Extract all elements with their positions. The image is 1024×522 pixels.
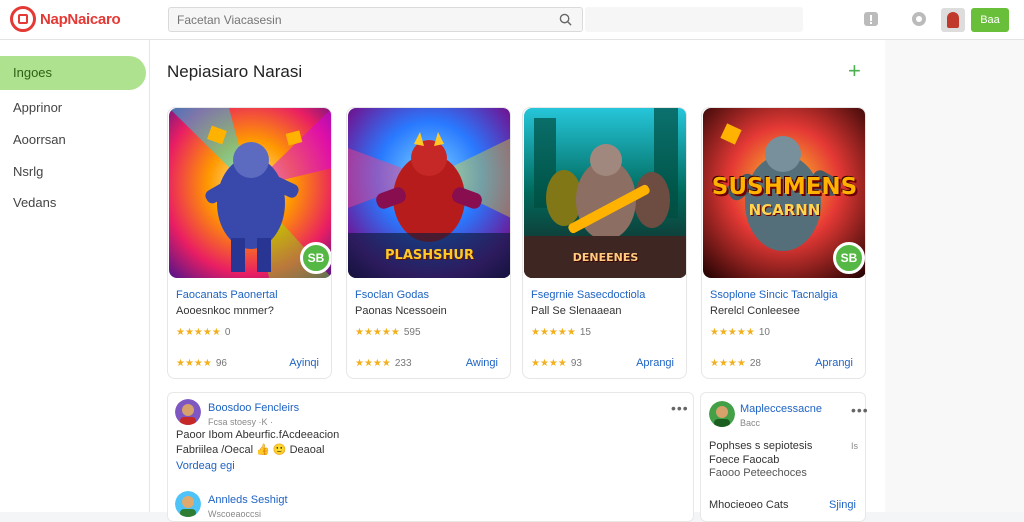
more-options-icon[interactable]: ••• <box>851 403 869 417</box>
notification-icon[interactable] <box>862 10 880 28</box>
game-thumbnail: DENEENES <box>524 108 686 278</box>
game-art-title: SUSHMENS <box>711 174 858 200</box>
settings-icon[interactable] <box>910 10 928 28</box>
right-gutter <box>885 40 1024 512</box>
post-text-line2: Foece Faocab <box>709 454 780 466</box>
logo-text: NapNaicaro <box>40 10 121 28</box>
post-author[interactable]: Mapleccessacne <box>740 403 822 415</box>
search-input[interactable] <box>169 8 539 31</box>
game-thumbnail: SUSHMENS NCARNN SB <box>703 108 865 278</box>
sidebar-item-vedans[interactable]: Vedans <box>0 186 146 220</box>
game-thumbnail: SB <box>169 108 331 278</box>
game-thumbnail: PLASHSHUR <box>348 108 510 278</box>
game-subtitle: Paonas Ncessoein <box>355 305 447 317</box>
card-action-link[interactable]: Aprangi <box>815 357 853 369</box>
game-art-subtitle: NCARNN <box>748 201 821 219</box>
side-post: Mapleccessacne Bacc ••• Pophses s sepiot… <box>700 392 869 522</box>
card-action-link[interactable]: Awingi <box>466 357 498 369</box>
app-logo[interactable]: NapNaicaro <box>10 6 121 32</box>
top-bar: NapNaicaro Baa <box>0 0 1024 40</box>
add-icon[interactable]: + <box>848 60 861 82</box>
game-title[interactable]: Faocanats Paonertal <box>176 289 278 301</box>
sidebar: Ingoes Apprinor Aoorrsan Nsrlg Vedans <box>0 40 150 512</box>
rating-stars-secondary: ★★★★ 96 <box>176 358 227 369</box>
rating-stars: ★★★★★ 595 <box>355 327 421 338</box>
primary-button[interactable]: Baa <box>971 8 1009 32</box>
post-meta: Bacc <box>740 418 761 428</box>
logo-icon <box>10 6 36 32</box>
game-title[interactable]: Fsegrnie Sasecdoctiola <box>531 289 645 301</box>
sidebar-item-nsrlg[interactable]: Nsrlg <box>0 155 146 189</box>
avatar[interactable] <box>709 401 735 427</box>
game-subtitle: Aooesnkoc mnmer? <box>176 305 274 317</box>
rating-stars-secondary: ★★★★ 233 <box>355 358 412 369</box>
game-card[interactable]: SB Faocanats Paonertal Aooesnkoc mnmer? … <box>167 107 332 379</box>
game-title[interactable]: Fsoclan Godas <box>355 289 429 301</box>
post-text: Pophses s sepiotesis <box>709 440 813 452</box>
post-author[interactable]: Annleds Seshigt <box>208 494 288 506</box>
game-subtitle: Rerelcl Conleesee <box>710 305 800 317</box>
feed-post: Boosdoo Fencleirs Fcsa stoesy ·K · Paoor… <box>167 392 694 522</box>
game-badge-icon: SB <box>300 242 331 274</box>
post-footer-text: Mhocieoeo Cats <box>709 499 789 511</box>
game-art-text: DENEENES <box>572 251 639 264</box>
sidebar-item-ingoes[interactable]: Ingoes <box>0 56 146 90</box>
post-author[interactable]: Boosdoo Fencleirs <box>208 402 299 414</box>
post-meta: Wscoeaoccsi <box>208 509 262 519</box>
game-card[interactable]: DENEENES Fsegrnie Sasecdoctiola Pall Se … <box>522 107 687 379</box>
post-meta-right: Is <box>851 441 859 451</box>
post-text: Paoor Ibom Abeurfic.fAcdeeacion <box>176 429 340 441</box>
search-icon[interactable] <box>559 13 572 26</box>
main-content: Nepiasiaro Narasi + SB Faocanats Paonert… <box>150 40 885 522</box>
search-extension <box>585 7 803 32</box>
game-subtitle: Pall Se Slenaaean <box>531 305 622 317</box>
card-action-link[interactable]: Ayinqi <box>289 357 319 369</box>
sidebar-item-apprinor[interactable]: Apprinor <box>0 91 146 125</box>
post-text-line2: Fabriilea /Oecal 👍 🙂 Deaoal <box>176 444 325 456</box>
post-link[interactable]: Vordeag egi <box>176 460 235 472</box>
game-card[interactable]: PLASHSHUR Fsoclan Godas Paonas Ncessoein… <box>346 107 511 379</box>
avatar[interactable] <box>175 491 201 517</box>
rating-stars: ★★★★★ 15 <box>531 327 591 338</box>
sidebar-item-aoorrsan[interactable]: Aoorrsan <box>0 123 146 157</box>
rating-stars: ★★★★★ 0 <box>176 327 231 338</box>
rating-stars-secondary: ★★★★ 28 <box>710 358 761 369</box>
rating-stars-secondary: ★★★★ 93 <box>531 358 582 369</box>
game-title[interactable]: Ssoplone Sincic Tacnalgia <box>710 289 838 301</box>
user-avatar[interactable] <box>941 8 965 32</box>
avatar[interactable] <box>175 399 201 425</box>
rating-stars: ★★★★★ 10 <box>710 327 770 338</box>
game-badge-icon: SB <box>833 242 865 274</box>
post-text-line3: Faooo Peteechoces <box>709 467 807 479</box>
section-title: Nepiasiaro Narasi <box>167 62 303 81</box>
more-options-icon[interactable]: ••• <box>671 401 689 415</box>
post-footer-link[interactable]: Sjingi <box>829 499 856 511</box>
card-action-link[interactable]: Aprangi <box>636 357 674 369</box>
game-art-text: PLASHSHUR <box>385 248 474 263</box>
search-box[interactable] <box>168 7 583 32</box>
post-meta: Fcsa stoesy ·K · <box>208 417 274 427</box>
game-card[interactable]: SUSHMENS NCARNN SB Ssoplone Sincic Tacna… <box>701 107 866 379</box>
